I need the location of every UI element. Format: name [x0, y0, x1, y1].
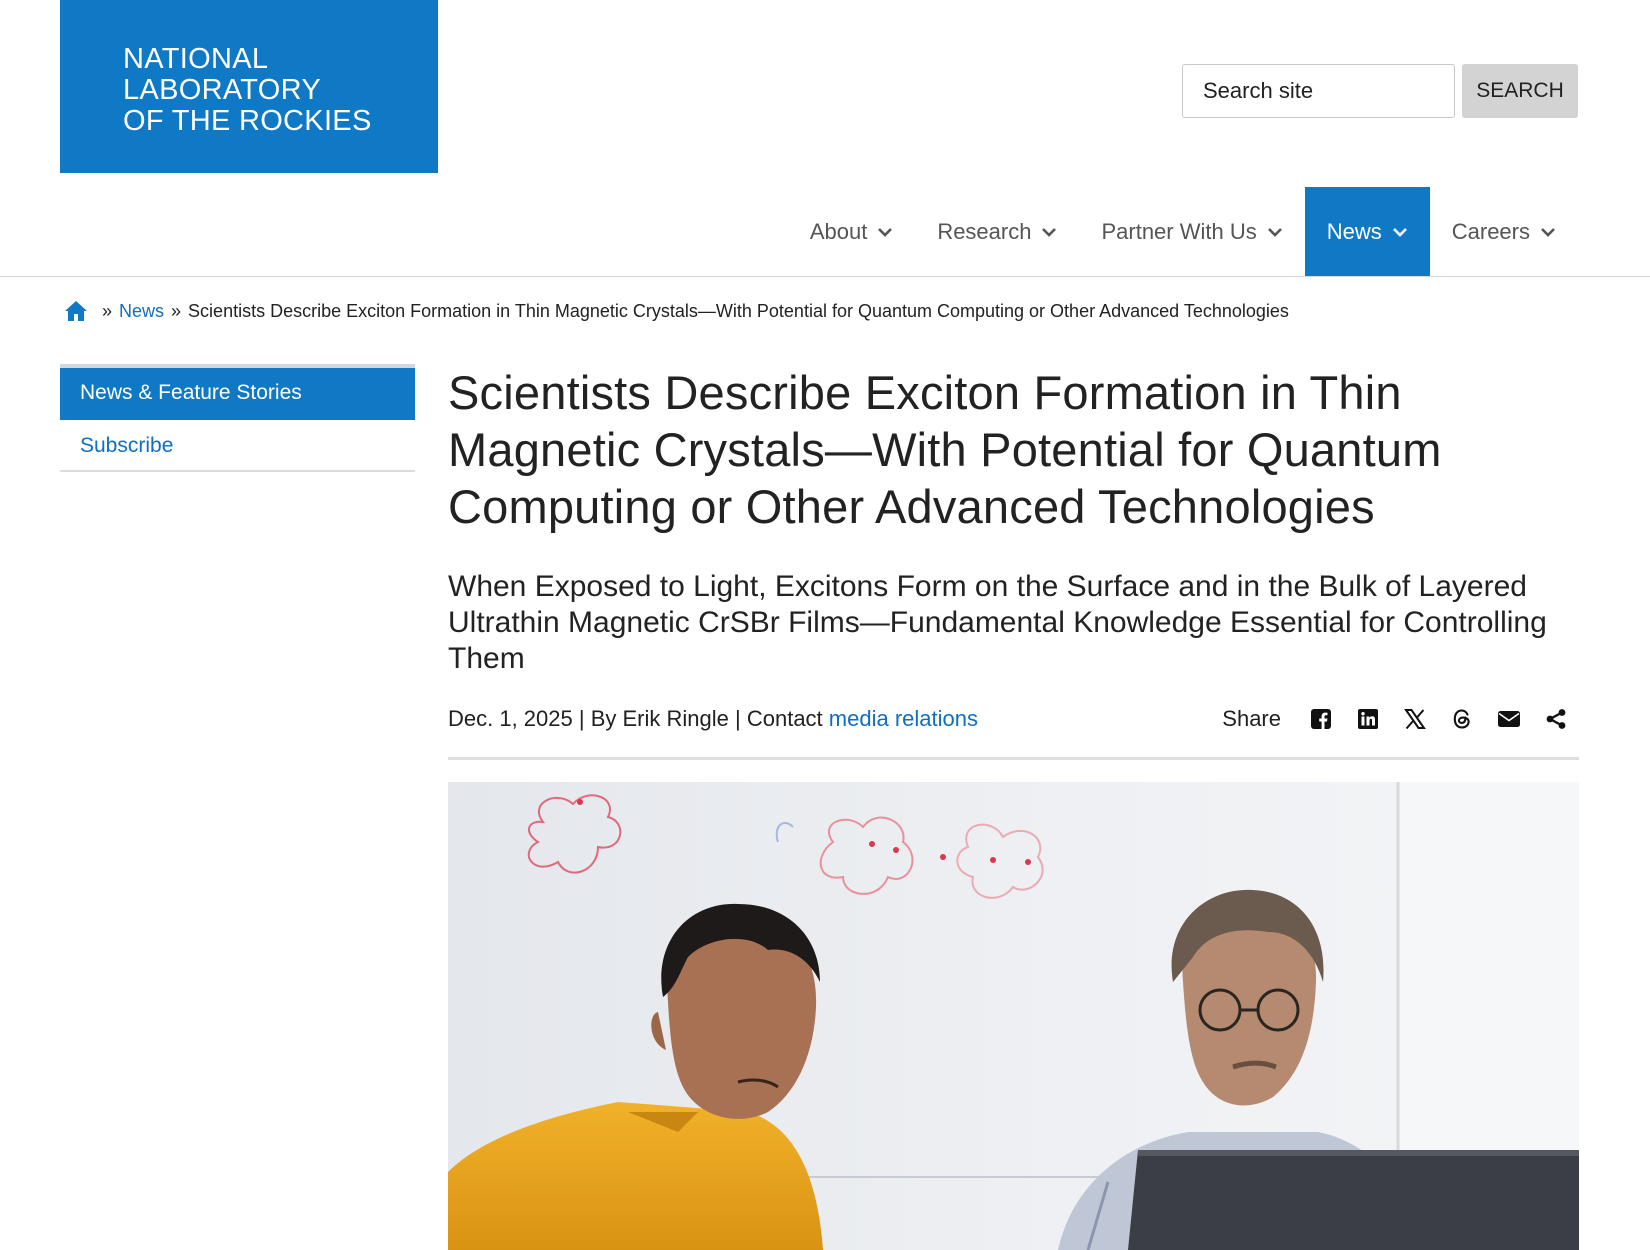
share-label: Share: [1222, 706, 1281, 731]
meta-separator: |: [735, 706, 741, 731]
contact-label: Contact: [746, 706, 823, 731]
media-relations-link[interactable]: media relations: [829, 706, 978, 731]
nav-divider: [0, 276, 1650, 277]
nav-item-research[interactable]: Research: [915, 187, 1079, 276]
article-author: By Erik Ringle: [590, 706, 729, 731]
sidebar-item-subscribe[interactable]: Subscribe: [60, 420, 415, 472]
chevron-down-icon: [1042, 227, 1057, 237]
share-bar: Share: [1222, 705, 1579, 733]
breadcrumb-separator: »: [102, 300, 113, 321]
sidebar-item-news-feature-stories[interactable]: News & Feature Stories: [60, 364, 415, 420]
breadcrumb-separator: »: [171, 300, 182, 321]
nav-item-label: About: [809, 218, 868, 244]
nav-item-label: Careers: [1451, 218, 1530, 244]
home-icon[interactable]: [64, 300, 88, 322]
article: Scientists Describe Exciton Formation in…: [448, 364, 1579, 760]
search-button[interactable]: SEARCH: [1462, 64, 1578, 118]
nav-item-news[interactable]: News: [1304, 187, 1430, 276]
article-subtitle: When Exposed to Light, Excitons Form on …: [448, 570, 1547, 675]
article-meta: Dec. 1, 2025 | By Erik Ringle | Contact …: [448, 701, 1579, 737]
chevron-down-icon: [1541, 227, 1555, 237]
facebook-icon[interactable]: [1297, 705, 1344, 733]
chevron-down-icon: [878, 227, 893, 237]
breadcrumb-news-link[interactable]: News: [119, 301, 164, 322]
breadcrumb: » News » Scientists Describe Exciton For…: [64, 300, 1289, 322]
share-icon[interactable]: [1532, 705, 1579, 733]
site-logo[interactable]: NATIONAL LABORATORY OF THE ROCKIES: [60, 0, 438, 173]
chevron-down-icon: [1267, 227, 1282, 237]
nav-item-label: Research: [937, 218, 1032, 244]
search-input[interactable]: [1182, 64, 1455, 118]
email-icon[interactable]: [1485, 705, 1532, 733]
logo-line-2: LABORATORY: [123, 74, 322, 106]
meta-divider: [448, 757, 1579, 760]
article-date: Dec. 1, 2025: [448, 706, 573, 731]
main-nav: About Research Partner With Us News Care…: [788, 187, 1578, 276]
page-title: Scientists Describe Exciton Formation in…: [448, 366, 1442, 533]
x-icon[interactable]: [1391, 705, 1438, 733]
section-sidebar: News & Feature Stories Subscribe: [60, 364, 415, 472]
nav-item-label: Partner With Us: [1101, 218, 1257, 244]
nav-item-about[interactable]: About: [788, 187, 916, 276]
logo-line-1: NATIONAL: [123, 43, 269, 75]
threads-icon[interactable]: [1438, 705, 1485, 733]
nav-item-label: News: [1326, 218, 1382, 244]
chevron-down-icon: [1392, 227, 1407, 237]
linkedin-icon[interactable]: [1344, 705, 1391, 733]
nav-item-partner-with-us[interactable]: Partner With Us: [1079, 187, 1304, 276]
featured-photo-image: [448, 782, 1579, 1250]
featured-photo: [448, 782, 1579, 1250]
breadcrumb-current: Scientists Describe Exciton Formation in…: [188, 300, 1289, 321]
logo-line-3: OF THE ROCKIES: [123, 105, 372, 137]
byline: Dec. 1, 2025 | By Erik Ringle | Contact …: [448, 706, 978, 732]
meta-separator: |: [578, 706, 585, 731]
nav-item-careers[interactable]: Careers: [1430, 187, 1578, 276]
